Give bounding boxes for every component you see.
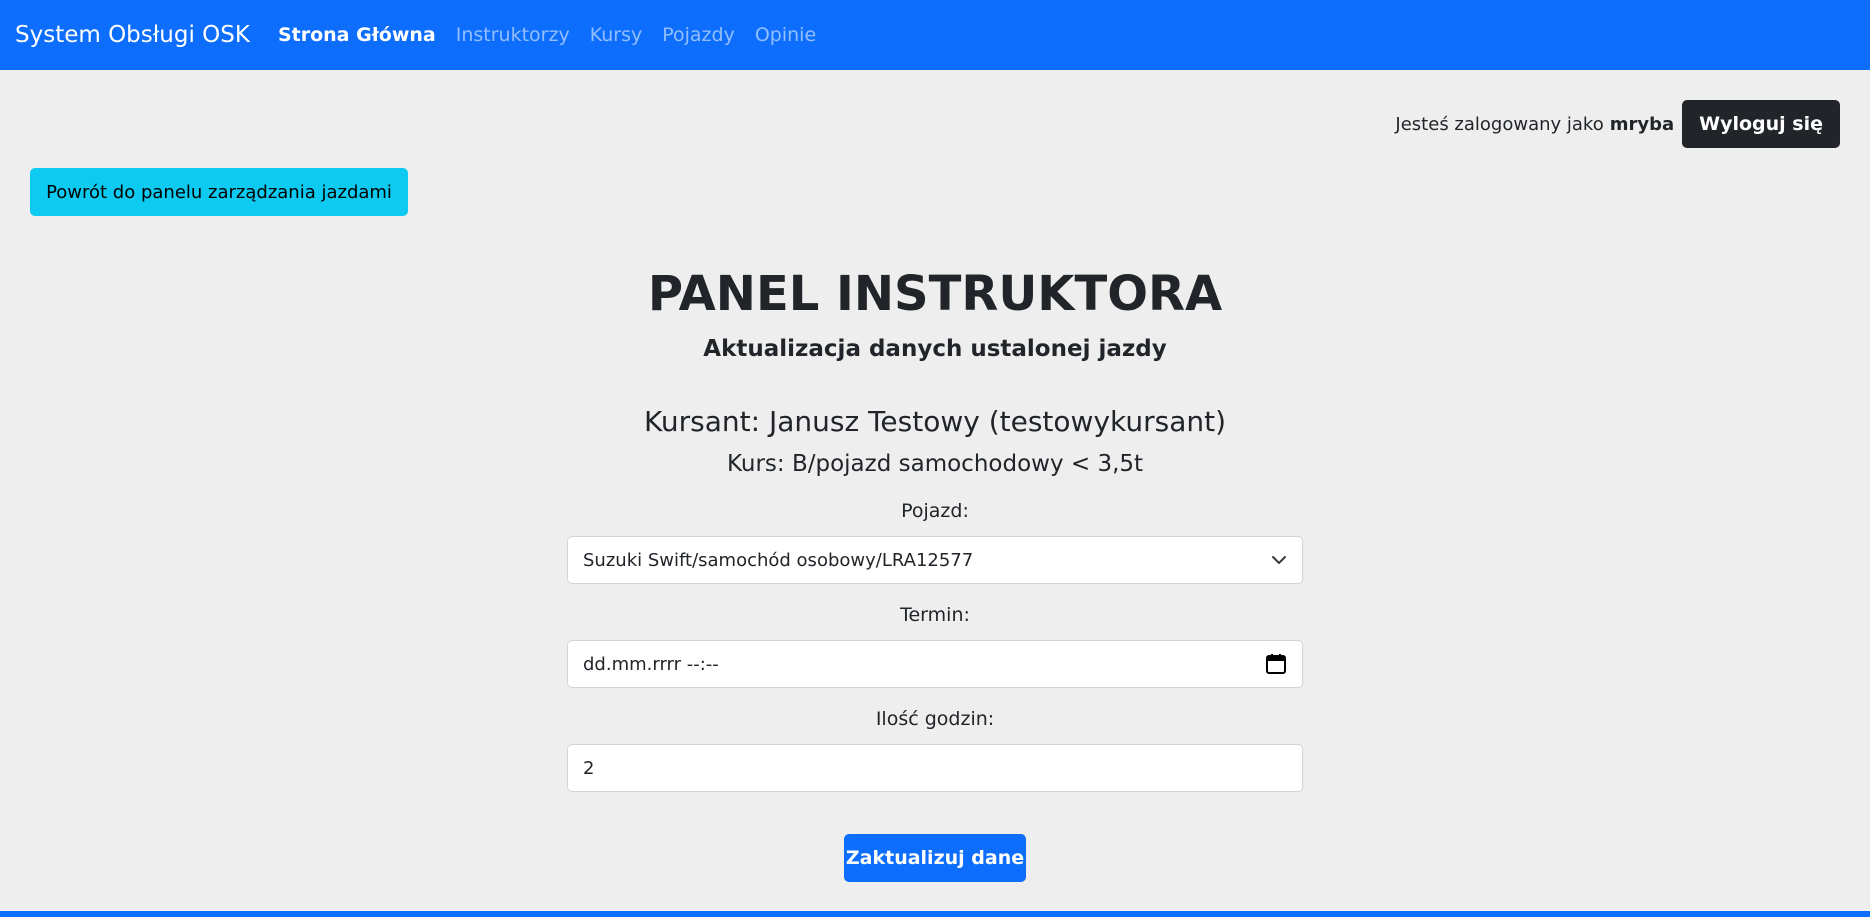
hours-value: 2	[583, 757, 595, 779]
vehicle-select-value: Suzuki Swift/samochód osobowy/LRA12577	[583, 549, 974, 571]
navbar-brand[interactable]: System Obsługi OSK	[15, 22, 250, 48]
user-info: Jesteś zalogowany jako mryba Wyloguj się	[1395, 100, 1840, 148]
chevron-down-icon	[1271, 552, 1287, 568]
nav-link-instructors[interactable]: Instruktorzy	[456, 24, 570, 46]
date-label: Termin:	[900, 604, 970, 626]
nav-link-home[interactable]: Strona Główna	[278, 24, 436, 46]
username: mryba	[1609, 113, 1675, 135]
hours-input[interactable]: 2	[567, 744, 1303, 792]
date-time-placeholder: dd.mm.rrrr --:--	[583, 653, 719, 675]
course-info: Kurs: B/pojazd samochodowy < 3,5t	[726, 451, 1144, 477]
page-title: PANEL INSTRUKTORA	[647, 266, 1223, 322]
back-to-rides-panel-button[interactable]: Powrót do panelu zarządzania jazdami	[30, 168, 408, 216]
nav-link-reviews[interactable]: Opinie	[755, 24, 816, 46]
logged-in-status: Jesteś zalogowany jako mryba	[1395, 114, 1674, 135]
vehicle-label: Pojazd:	[901, 500, 969, 522]
nav-link-vehicles[interactable]: Pojazdy	[662, 24, 735, 46]
ride-update-form: Pojazd: Suzuki Swift/samochód osobowy/LR…	[567, 500, 1303, 812]
logged-in-label: Jesteś zalogowany jako	[1395, 113, 1604, 135]
page-subtitle: Aktualizacja danych ustalonej jazdy	[703, 336, 1167, 362]
update-button[interactable]: Zaktualizuj dane	[844, 834, 1026, 882]
logout-button[interactable]: Wyloguj się	[1682, 100, 1840, 148]
nav-link-courses[interactable]: Kursy	[590, 24, 643, 46]
calendar-icon[interactable]	[1265, 653, 1287, 675]
student-info: Kursant: Janusz Testowy (testowykursant)	[643, 405, 1227, 438]
footer-bar	[0, 911, 1870, 917]
date-time-input[interactable]: dd.mm.rrrr --:--	[567, 640, 1303, 688]
hours-label: Ilość godzin:	[875, 708, 995, 730]
vehicle-select[interactable]: Suzuki Swift/samochód osobowy/LRA12577	[567, 536, 1303, 584]
navbar: System Obsługi OSK Strona Główna Instruk…	[0, 0, 1870, 70]
